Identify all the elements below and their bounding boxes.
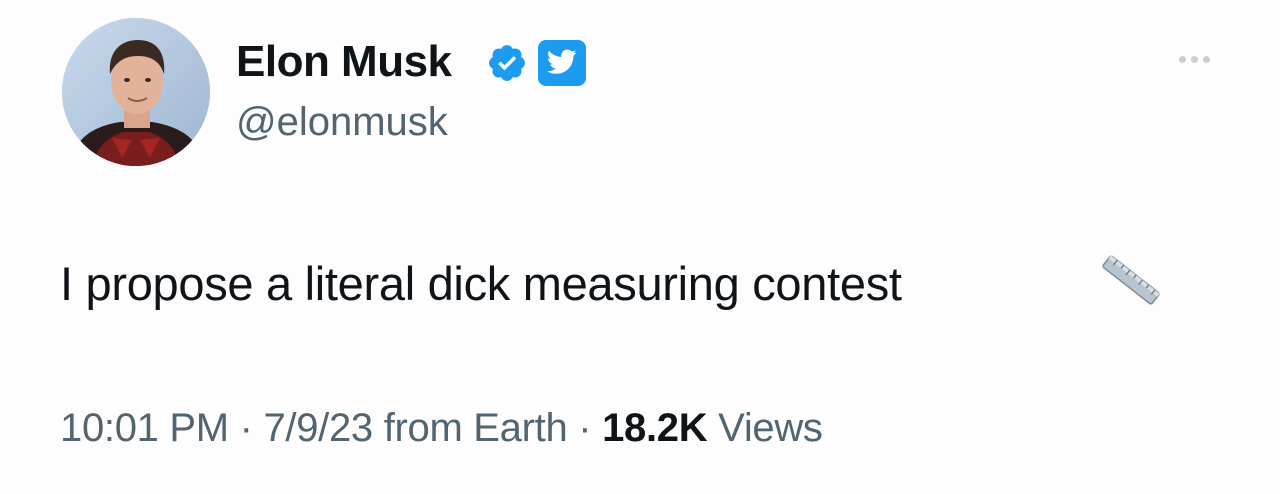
tweet-time[interactable]: 10:01 PM	[60, 406, 229, 450]
views-count[interactable]: 18.2K	[602, 406, 708, 450]
verified-badge-icon	[486, 42, 528, 84]
avatar[interactable]	[62, 18, 210, 166]
more-dot-icon	[1202, 55, 1210, 63]
tweet-card: Elon Musk @elonmusk I propose a literal …	[0, 0, 1280, 494]
views-label: Views	[718, 406, 823, 450]
more-options-button[interactable]	[1164, 44, 1224, 74]
straight-ruler-icon	[1098, 252, 1164, 308]
more-dot-icon	[1178, 55, 1186, 63]
author-name[interactable]: Elon Musk	[236, 36, 452, 88]
tweet-metadata: 10:01 PM · 7/9/23 from Earth · 18.2K Vie…	[60, 402, 823, 454]
more-dot-icon	[1190, 55, 1198, 63]
tweet-date-source[interactable]: 7/9/23 from Earth	[263, 406, 567, 450]
meta-separator: ·	[228, 406, 264, 450]
meta-separator: ·	[567, 406, 603, 450]
twitter-logo-icon	[538, 40, 586, 86]
author-handle[interactable]: @elonmusk	[236, 98, 448, 146]
tweet-text: I propose a literal dick measuring conte…	[60, 257, 902, 310]
